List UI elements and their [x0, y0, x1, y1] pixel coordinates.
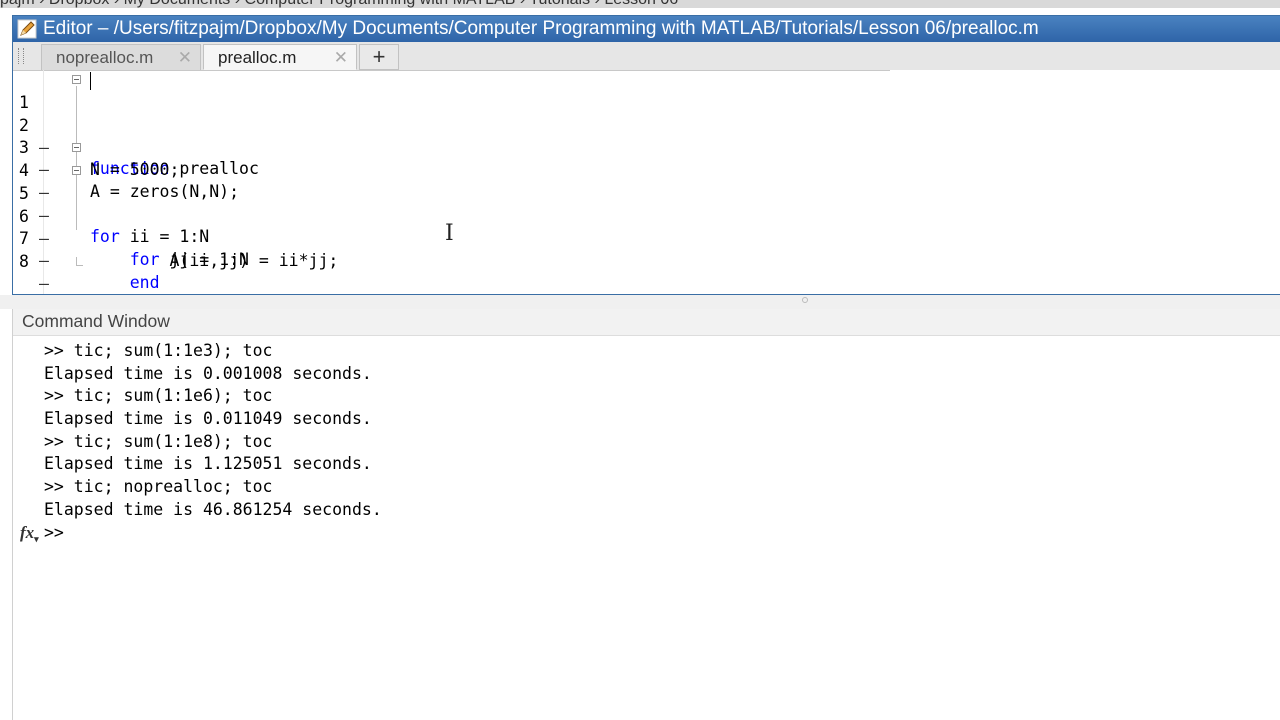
line-number: 8 [19, 251, 29, 271]
fold-end-marker [76, 257, 83, 266]
command-output[interactable]: >> tic; sum(1:1e3); toc Elapsed time is … [44, 340, 382, 544]
editor-right-pane [890, 70, 1280, 294]
command-line: >> tic; sum(1:1e8); toc [44, 431, 273, 451]
editor-panel: Editor – /Users/fitzpajm/Dropbox/My Docu… [12, 15, 1280, 315]
tab-label: prealloc.m [218, 48, 297, 67]
command-line: Elapsed time is 46.861254 seconds. [44, 499, 382, 519]
add-tab-button[interactable]: + [359, 44, 399, 70]
editor-title-bar: Editor – /Users/fitzpajm/Dropbox/My Docu… [13, 16, 1280, 42]
code-line[interactable]: 3 – A = zeros(N,N); [13, 115, 239, 201]
breakpoint-dash[interactable]: – [39, 273, 49, 295]
code-line[interactable]: 6 – A(ii,jj) = ii*jj; [13, 184, 338, 270]
fold-guide [76, 86, 77, 230]
code-editor[interactable]: 1 function prealloc 2 – N = 5000; 3 – A … [13, 70, 891, 315]
mouse-ibeam-cursor: I [445, 221, 454, 246]
os-breadcrumb: pajm › Dropbox › My Documents › Computer… [0, 0, 678, 8]
command-window[interactable]: Command Window >> tic; sum(1:1e3); toc E… [12, 309, 1280, 720]
code-line[interactable]: 4 – for ii = 1:N [13, 138, 209, 246]
panel-splitter[interactable] [0, 295, 1280, 309]
tab-prealloc[interactable]: prealloc.m ✕ [203, 44, 357, 70]
fold-toggle-icon[interactable] [72, 75, 81, 84]
code-text: for ii = 1:N [90, 227, 210, 247]
command-line: Elapsed time is 0.001008 seconds. [44, 363, 372, 383]
editor-title: Editor – /Users/fitzpajm/Dropbox/My Docu… [43, 18, 1039, 39]
command-window-title: Command Window [13, 309, 1280, 336]
editor-tab-strip: noprealloc.m ✕ prealloc.m ✕ + [13, 42, 1280, 71]
tab-noprealloc[interactable]: noprealloc.m ✕ [41, 44, 201, 70]
code-line[interactable]: 1 function prealloc [13, 70, 259, 178]
close-icon[interactable]: ✕ [334, 45, 348, 71]
tab-grip-handle[interactable] [18, 48, 24, 64]
code-line[interactable]: 8 – end [13, 229, 120, 315]
text-caret [90, 72, 91, 90]
fx-function-browser-icon[interactable]: fx▾ [20, 523, 39, 545]
fold-toggle-icon[interactable] [72, 165, 81, 175]
pencil-icon [17, 19, 37, 39]
keyword: end [129, 273, 160, 293]
command-line: >> tic; sum(1:1e6); toc [44, 386, 273, 406]
code-line[interactable]: 5 – for jj = 1:N [13, 161, 249, 269]
code-text: A(ii,jj) = ii*jj; [90, 250, 339, 270]
function-name: prealloc [169, 159, 259, 178]
code-text: N = 5000; [90, 159, 180, 179]
command-line: Elapsed time is 1.125051 seconds. [44, 454, 372, 474]
command-line: >> tic; sum(1:1e3); toc [44, 341, 273, 360]
keyword: for [90, 227, 120, 247]
os-breadcrumb-bar: pajm › Dropbox › My Documents › Computer… [0, 0, 1280, 8]
tab-label: noprealloc.m [56, 48, 154, 67]
splitter-grip-icon[interactable] [802, 297, 808, 303]
code-line[interactable]: 2 – N = 5000; [13, 93, 179, 179]
fold-toggle-icon[interactable] [72, 143, 81, 153]
command-line: Elapsed time is 0.011049 seconds. [44, 409, 372, 429]
close-icon[interactable]: ✕ [178, 45, 192, 71]
command-line: >> tic; noprealloc; toc [44, 477, 273, 497]
code-text: A = zeros(N,N); [90, 182, 240, 202]
code-text: end [90, 272, 160, 294]
command-prompt[interactable]: >> [44, 522, 382, 545]
code-line[interactable]: 7 – end [13, 206, 160, 292]
